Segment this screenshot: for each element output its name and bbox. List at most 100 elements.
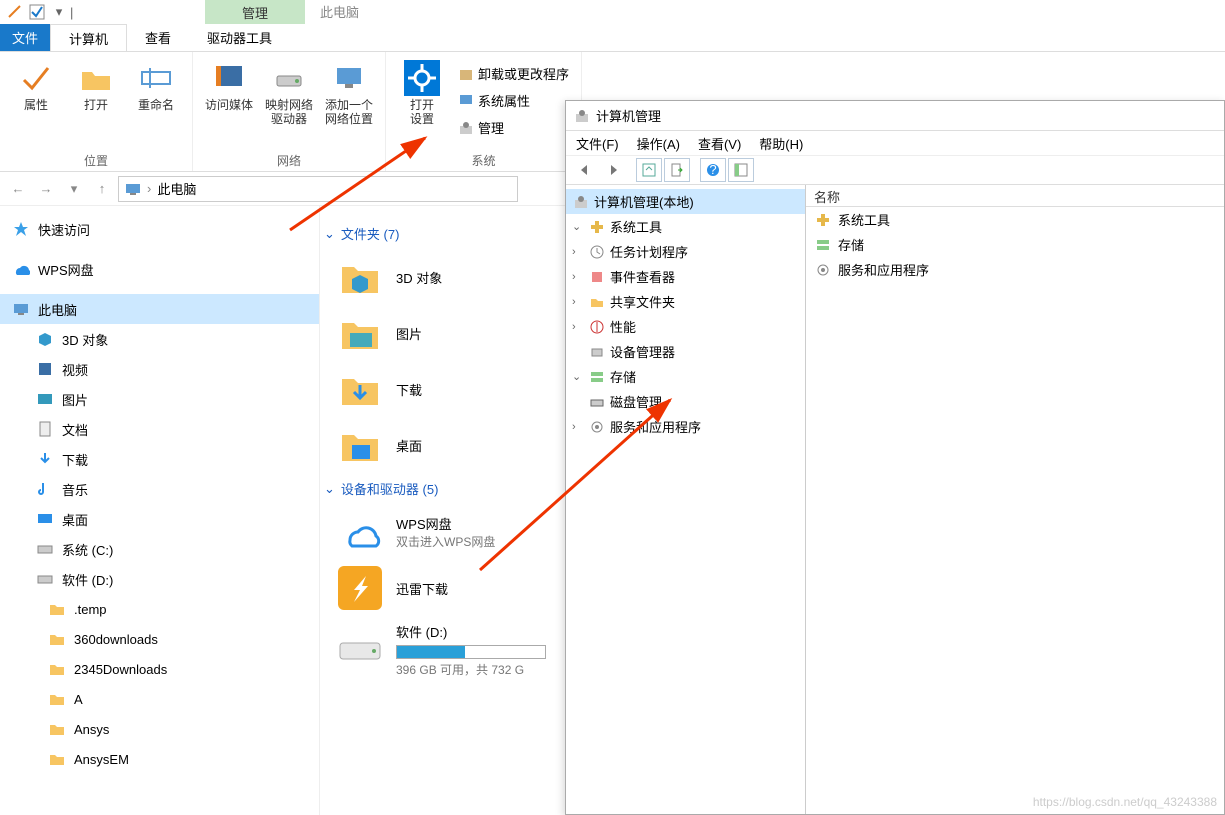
expand-icon[interactable]: ⌄ — [572, 220, 584, 233]
tree-event[interactable]: ›事件查看器 — [566, 264, 805, 289]
tb-back[interactable] — [572, 158, 598, 182]
nav-folder-a[interactable]: A — [0, 684, 319, 714]
music-icon — [36, 480, 54, 498]
disk-usage-bar — [396, 645, 546, 659]
tab-view[interactable]: 查看 — [127, 24, 189, 51]
tools-icon — [588, 218, 606, 236]
tab-driver-tools[interactable]: 驱动器工具 — [189, 24, 290, 51]
mgmt-body: 计算机管理(本地) ⌄系统工具 ›任务计划程序 ›事件查看器 ›共享文件夹 ›性… — [566, 185, 1224, 814]
forward-button[interactable]: → — [34, 177, 58, 201]
right-systools[interactable]: 系统工具 — [806, 207, 1224, 232]
sysprops-button[interactable]: 系统属性 — [454, 89, 573, 112]
nav-wps[interactable]: WPS网盘 — [0, 254, 319, 284]
nav-folder-2345[interactable]: 2345Downloads — [0, 654, 319, 684]
folder-icon — [48, 660, 66, 678]
expand-icon[interactable]: › — [572, 421, 584, 433]
nav-drive-d[interactable]: 软件 (D:) — [0, 564, 319, 594]
tree-share[interactable]: ›共享文件夹 — [566, 289, 805, 314]
qat-separator: | — [70, 5, 73, 20]
tb-up[interactable] — [636, 158, 662, 182]
doc-icon — [36, 420, 54, 438]
col-header-name[interactable]: 名称 — [806, 185, 1224, 207]
tree-perf[interactable]: ›性能 — [566, 314, 805, 339]
nav-folder-ansysem[interactable]: AnsysEM — [0, 744, 319, 774]
open-button[interactable]: 打开 — [68, 58, 124, 114]
nav-folder-ansys[interactable]: Ansys — [0, 714, 319, 744]
nav-folder-temp[interactable]: .temp — [0, 594, 319, 624]
expand-icon[interactable]: ⌄ — [572, 370, 584, 383]
chevron-down-icon: ⌄ — [324, 481, 335, 497]
tab-computer[interactable]: 计算机 — [50, 24, 127, 51]
manage-button[interactable]: 管理 — [454, 116, 573, 139]
tree-systools[interactable]: ⌄系统工具 — [566, 214, 805, 239]
nav-3dobjects[interactable]: 3D 对象 — [0, 324, 319, 354]
back-button[interactable]: ← — [6, 177, 30, 201]
nav-folder-360[interactable]: 360downloads — [0, 624, 319, 654]
properties-button[interactable]: 属性 — [8, 58, 64, 114]
folder-open-icon — [78, 60, 114, 96]
clock-icon — [588, 243, 606, 261]
nav-downloads[interactable]: 下载 — [0, 444, 319, 474]
qat-dropdown-icon[interactable]: ▾ — [48, 1, 70, 23]
expand-icon[interactable]: › — [572, 246, 584, 258]
open-settings-button[interactable]: 打开 设置 — [394, 58, 450, 139]
tb-view[interactable] — [728, 158, 754, 182]
menu-view[interactable]: 查看(V) — [698, 134, 741, 153]
tree-diskmgmt[interactable]: 磁盘管理 — [566, 389, 805, 414]
box-icon — [458, 66, 474, 82]
tree-storage[interactable]: ⌄存储 — [566, 364, 805, 389]
tb-help[interactable]: ? — [700, 158, 726, 182]
nav-this-pc[interactable]: 此电脑 — [0, 294, 319, 324]
nav-quick-access[interactable]: 快速访问 — [0, 214, 319, 244]
menu-help[interactable]: 帮助(H) — [759, 134, 803, 153]
add-netloc-button[interactable]: 添加一个 网络位置 — [321, 58, 377, 128]
tb-forward[interactable] — [600, 158, 626, 182]
computer-management-window: 计算机管理 文件(F) 操作(A) 查看(V) 帮助(H) ? 计算机管理(本地… — [565, 100, 1225, 815]
expand-icon[interactable]: › — [572, 271, 584, 283]
drive-icon — [36, 540, 54, 558]
menu-action[interactable]: 操作(A) — [637, 134, 680, 153]
folder-icon — [48, 720, 66, 738]
group-title-system: 系统 — [472, 150, 496, 169]
mgmt-toolbar: ? — [566, 155, 1224, 185]
history-dropdown[interactable]: ▾ — [62, 177, 86, 201]
qat-check-icon[interactable] — [26, 1, 48, 23]
tree-services[interactable]: ›服务和应用程序 — [566, 414, 805, 439]
context-tab-manage[interactable]: 管理 — [205, 0, 305, 24]
cloud-icon — [12, 260, 30, 278]
up-button[interactable]: ↑ — [90, 177, 114, 201]
folder-large-icon — [338, 423, 382, 467]
folder-large-icon — [338, 255, 382, 299]
tree-task[interactable]: ›任务计划程序 — [566, 239, 805, 264]
folder-icon — [48, 690, 66, 708]
nav-documents[interactable]: 文档 — [0, 414, 319, 444]
nav-music[interactable]: 音乐 — [0, 474, 319, 504]
access-media-button[interactable]: 访问媒体 — [201, 58, 257, 128]
uninstall-button[interactable]: 卸载或更改程序 — [454, 62, 573, 85]
monitor-small-icon — [458, 93, 474, 109]
address-bar[interactable]: › 此电脑 — [118, 176, 518, 202]
right-services[interactable]: 服务和应用程序 — [806, 257, 1224, 282]
nav-videos[interactable]: 视频 — [0, 354, 319, 384]
nav-pictures[interactable]: 图片 — [0, 384, 319, 414]
expand-icon[interactable]: › — [572, 296, 584, 308]
address-text: 此电脑 — [157, 179, 196, 198]
expand-icon[interactable]: › — [572, 321, 584, 333]
tree-root[interactable]: 计算机管理(本地) — [566, 189, 805, 214]
menu-file[interactable]: 文件(F) — [576, 134, 619, 153]
storage-icon — [814, 236, 832, 254]
nav-drive-c[interactable]: 系统 (C:) — [0, 534, 319, 564]
mgmt-titlebar[interactable]: 计算机管理 — [566, 101, 1224, 131]
mgmt-root-icon — [572, 193, 590, 211]
rename-button[interactable]: 重命名 — [128, 58, 184, 114]
services-icon — [588, 418, 606, 436]
drive-icon — [271, 60, 307, 96]
map-drive-button[interactable]: 映射网络 驱动器 — [261, 58, 317, 128]
qat-props-icon[interactable] — [4, 1, 26, 23]
right-storage[interactable]: 存储 — [806, 232, 1224, 257]
nav-desktop[interactable]: 桌面 — [0, 504, 319, 534]
tree-devmgr[interactable]: 设备管理器 — [566, 339, 805, 364]
tb-export[interactable] — [664, 158, 690, 182]
tab-file[interactable]: 文件 — [0, 24, 50, 51]
disk-icon — [338, 628, 382, 672]
